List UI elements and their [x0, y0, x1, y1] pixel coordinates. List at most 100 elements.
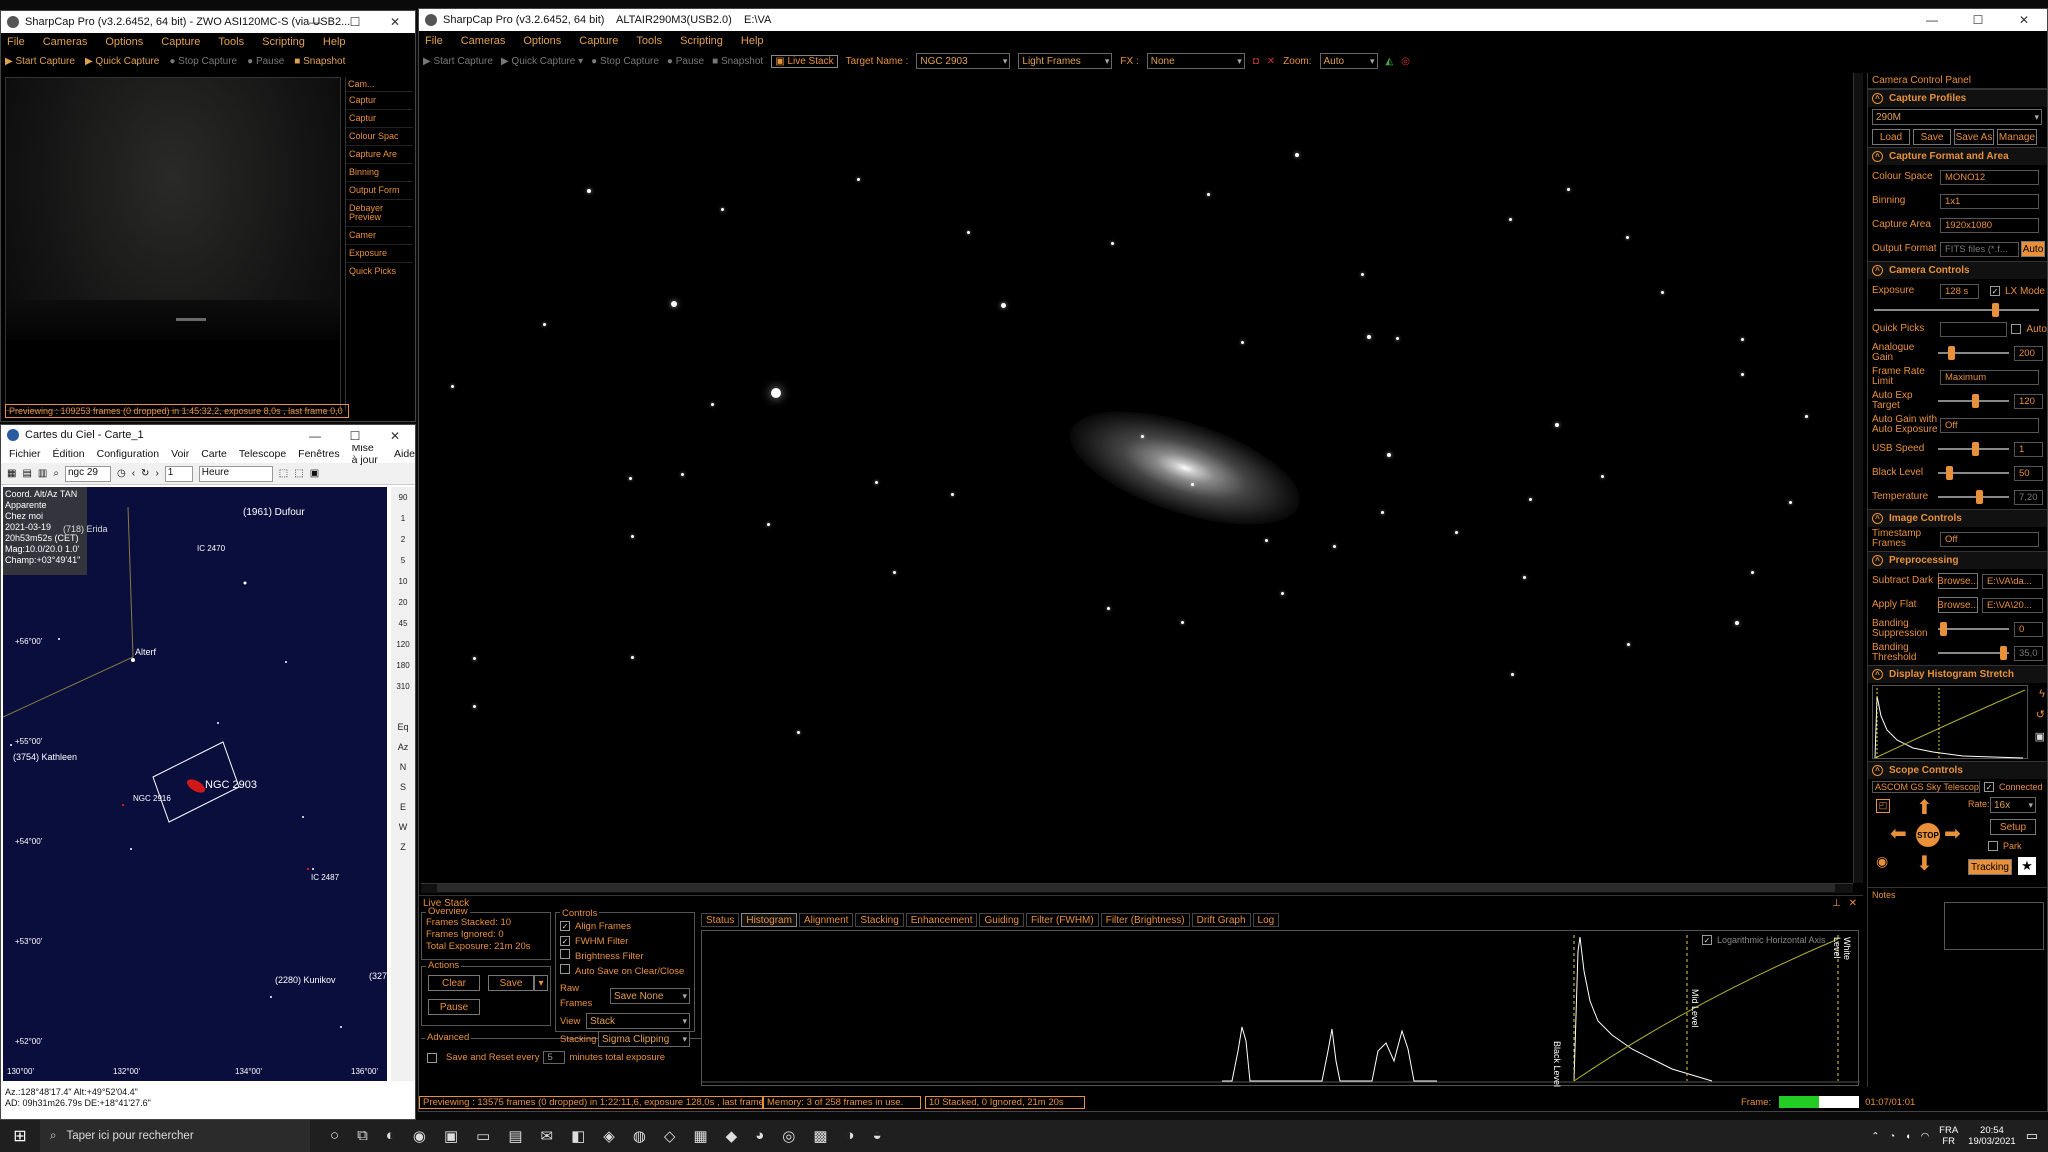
small-menu-item[interactable]: Capture: [161, 36, 200, 48]
app6-icon[interactable]: ◒: [873, 1127, 882, 1145]
tray-wifi-icon[interactable]: ◠: [1921, 1131, 1929, 1142]
camera-controls-header[interactable]: ^ Camera Controls: [1868, 261, 2047, 279]
main-pause-button[interactable]: ● Pause: [667, 56, 704, 67]
side-item[interactable]: Quick Picks: [346, 262, 413, 280]
scale-value[interactable]: 10: [391, 571, 415, 592]
list-icon[interactable]: ▥: [38, 468, 47, 479]
scope-right-icon[interactable]: ➡: [1944, 821, 1961, 846]
app2-icon[interactable]: ◇: [664, 1127, 676, 1145]
notifications-icon[interactable]: ▭: [2026, 1128, 2038, 1144]
cdc-menu-item[interactable]: Configuration: [97, 448, 159, 460]
black-level-input[interactable]: 50: [2014, 465, 2043, 481]
stretch-lightning-icon[interactable]: ϟ: [2039, 688, 2045, 700]
stacking-select[interactable]: Sigma Clipping: [598, 1031, 690, 1047]
zoom-out-icon[interactable]: ⬚: [294, 468, 303, 479]
profile-select[interactable]: 290M: [1872, 109, 2042, 125]
clock-icon[interactable]: ◷: [117, 468, 126, 479]
office-icon[interactable]: ◧: [571, 1127, 585, 1145]
stack-histogram[interactable]: ✓ Logarithmic Horizontal Axis Black Level…: [701, 930, 1860, 1087]
tab-log[interactable]: Log: [1252, 913, 1280, 927]
scale-value[interactable]: 90: [391, 487, 415, 508]
scope-connected-option[interactable]: ✓ Connected: [1984, 782, 2043, 792]
tray-network-icon[interactable]: ◔: [1889, 1131, 1895, 1142]
grid-icon[interactable]: ▤: [22, 468, 31, 479]
search-input[interactable]: ngc 29: [64, 465, 111, 482]
cdc-menu-item[interactable]: Telescope: [239, 448, 286, 460]
main-start-capture-button[interactable]: ▶ Start Capture: [423, 56, 493, 67]
side-item[interactable]: Captur: [346, 91, 413, 109]
side-item[interactable]: Binning: [346, 163, 413, 181]
auto-gain-select[interactable]: Off: [1940, 417, 2039, 433]
main-minimize-icon[interactable]: —: [1909, 9, 1955, 31]
maximize-icon[interactable]: ☐: [335, 11, 375, 33]
main-maximize-icon[interactable]: ☐: [1955, 9, 2001, 31]
profile-load-button[interactable]: Load: [1872, 129, 1910, 145]
main-menu-item[interactable]: Cameras: [461, 35, 506, 47]
align-frames-option[interactable]: ✓ Align Frames: [560, 919, 690, 934]
cdc-minimize-icon[interactable]: —: [295, 425, 335, 447]
scale-value[interactable]: 2: [391, 529, 415, 550]
binning-select[interactable]: 1x1: [1940, 193, 2039, 209]
store-icon[interactable]: ▤: [508, 1127, 522, 1145]
save-reset-checkbox[interactable]: [427, 1052, 437, 1063]
start-capture-button[interactable]: ▶ Start Capture: [5, 56, 75, 67]
mail-icon[interactable]: ✉: [541, 1127, 554, 1145]
scale-value[interactable]: 120: [391, 634, 415, 655]
minimize-icon[interactable]: —: [295, 11, 335, 33]
main-close-icon[interactable]: ✕: [2001, 9, 2047, 31]
tray-lang[interactable]: FRA FR: [1939, 1125, 1958, 1147]
scope-controls-header[interactable]: ^ Scope Controls: [1868, 761, 2047, 779]
tray-chevron-icon[interactable]: ⌃: [1871, 1131, 1879, 1142]
gain-input[interactable]: 200: [2014, 345, 2043, 361]
scale-value[interactable]: 310: [391, 676, 415, 697]
orientation-tool[interactable]: W: [391, 817, 415, 837]
scope-up-icon[interactable]: ⬆: [1916, 795, 1933, 820]
rate-select[interactable]: 16x: [1990, 797, 2036, 813]
small-menu-item[interactable]: Options: [105, 36, 143, 48]
small-title-bar[interactable]: SharpCap Pro (v3.2.6452, 64 bit) - ZWO A…: [1, 11, 415, 33]
small-menu-item[interactable]: Tools: [218, 36, 244, 48]
zoom-in-icon[interactable]: ⬚: [279, 468, 288, 479]
auto-exp-input[interactable]: 120: [2014, 393, 2043, 409]
threshold-input[interactable]: 35,0: [2014, 645, 2043, 661]
tracking-button[interactable]: Tracking: [1968, 859, 2012, 875]
side-item[interactable]: Captur: [346, 109, 413, 127]
side-item[interactable]: Camer: [346, 226, 413, 244]
tab-stacking[interactable]: Stacking: [855, 913, 904, 927]
stretch-reset-icon[interactable]: ↺: [2036, 708, 2045, 721]
pause-button[interactable]: ● Pause: [247, 56, 284, 67]
tab-alignment[interactable]: Alignment: [798, 913, 854, 927]
timeline-icon[interactable]: ⧉: [357, 1127, 368, 1145]
image-viewport[interactable]: [421, 73, 1853, 883]
live-stack-button[interactable]: ▣ Live Stack: [771, 54, 838, 68]
app5-icon[interactable]: ◑: [846, 1127, 855, 1145]
cdc-title-bar[interactable]: Cartes du Ciel - Carte_1 — ☐ ✕: [1, 425, 415, 445]
tray-clock[interactable]: 20:54 19/03/2021: [1968, 1125, 2016, 1147]
tab-drift-graph[interactable]: Drift Graph: [1191, 913, 1251, 927]
cdc-menu-item[interactable]: Édition: [53, 448, 85, 460]
edge-icon[interactable]: ◐: [386, 1127, 395, 1145]
zoom-select[interactable]: Auto: [1319, 53, 1378, 69]
calculator-icon[interactable]: ▦: [693, 1127, 707, 1145]
main-title-bar[interactable]: SharpCap Pro (v3.2.6452, 64 bit) ALTAIR2…: [419, 9, 2047, 31]
star-icon[interactable]: ★: [2018, 857, 2036, 875]
preprocessing-header[interactable]: ^ Preprocessing: [1868, 551, 2047, 569]
histogram-stretch-header[interactable]: ^ Display Histogram Stretch: [1868, 665, 2047, 683]
profile-manage-button[interactable]: Manage: [1997, 129, 2037, 145]
step-input[interactable]: 1: [164, 465, 193, 482]
colour-space-select[interactable]: MONO12: [1940, 169, 2039, 185]
panel-icon[interactable]: ▣: [310, 468, 319, 479]
viewport-vscroll[interactable]: [1853, 73, 1863, 883]
photo-icon[interactable]: ▣: [444, 1127, 458, 1145]
scope-setup-button[interactable]: Setup: [1990, 819, 2036, 835]
tab-status[interactable]: Status: [701, 913, 740, 927]
orientation-tool[interactable]: Eq: [391, 717, 415, 737]
scale-value[interactable]: 1: [391, 508, 415, 529]
cdc-maximize-icon[interactable]: ☐: [335, 425, 375, 447]
refresh-icon[interactable]: ↻: [141, 468, 149, 479]
snapshot-button[interactable]: ■ Snapshot: [294, 56, 345, 67]
discord-icon[interactable]: ◎: [782, 1127, 795, 1145]
quick-capture-button[interactable]: ▶ Quick Capture: [85, 56, 159, 67]
main-menu-item[interactable]: Scripting: [680, 35, 723, 47]
viewport-hscroll[interactable]: [421, 883, 1853, 893]
